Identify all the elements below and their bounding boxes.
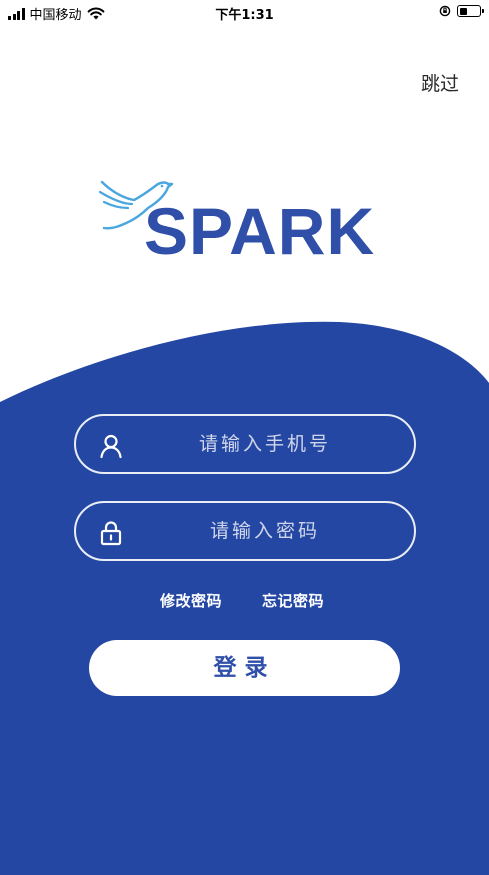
change-password-link[interactable]: 修改密码 bbox=[160, 590, 222, 611]
login-screen: 中国移动 下午1:31 跳过 SPARK 请输入手机号 修改密码 忘记密码 登录 bbox=[0, 0, 489, 875]
forgot-password-link[interactable]: 忘记密码 bbox=[262, 590, 324, 611]
password-input[interactable] bbox=[136, 503, 394, 559]
password-field[interactable] bbox=[74, 501, 416, 561]
user-icon bbox=[100, 434, 122, 459]
status-right bbox=[439, 5, 484, 17]
phone-field[interactable] bbox=[74, 414, 416, 474]
status-bar: 中国移动 下午1:31 bbox=[0, 0, 489, 26]
brand-text: SPARK bbox=[144, 194, 376, 268]
status-time: 下午1:31 bbox=[215, 8, 274, 23]
spark-logo: SPARK bbox=[96, 168, 374, 278]
login-button[interactable]: 登录 bbox=[89, 640, 400, 696]
lock-icon bbox=[100, 521, 122, 546]
orientation-lock-icon bbox=[439, 5, 451, 17]
phone-input[interactable] bbox=[136, 416, 394, 472]
skip-button[interactable]: 跳过 bbox=[412, 70, 468, 98]
battery-icon bbox=[457, 5, 484, 17]
